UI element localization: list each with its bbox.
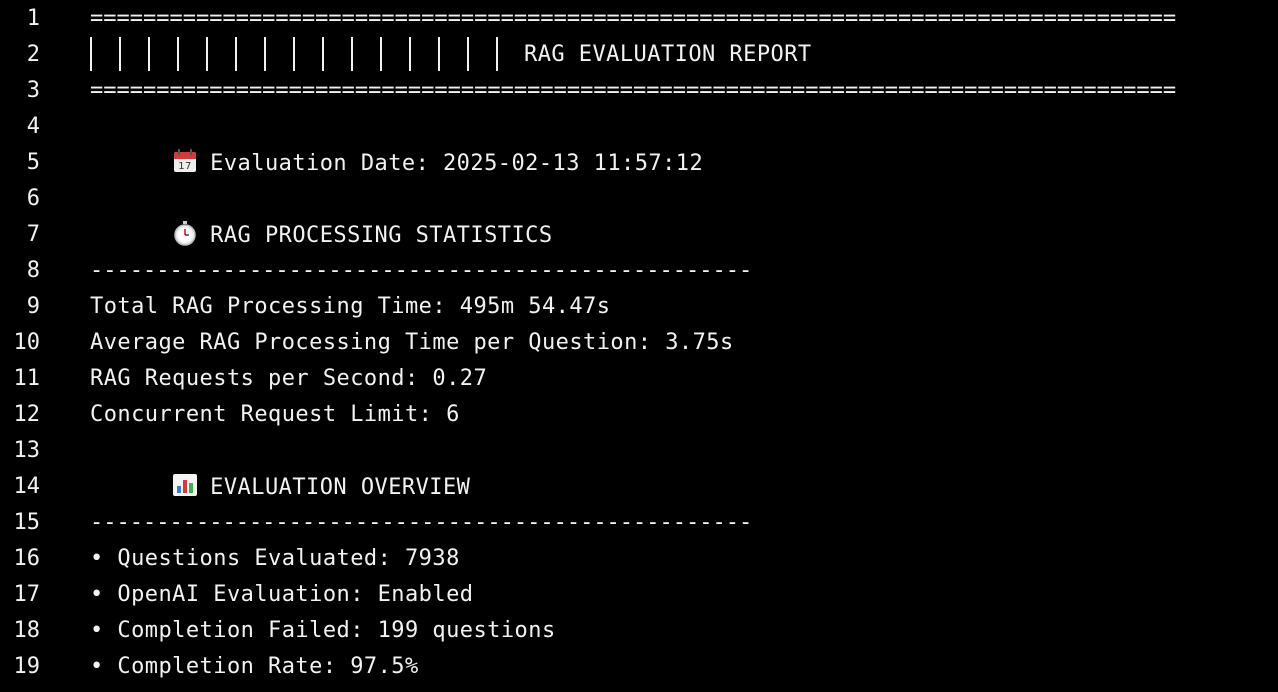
pipe-bar xyxy=(467,37,469,71)
overview-completion-rate: • Completion Rate: 97.5% xyxy=(90,653,419,679)
stat-concurrent-limit: Concurrent Request Limit: 6 xyxy=(90,401,460,427)
pipe-bar xyxy=(293,37,295,71)
pipe-bars xyxy=(90,36,498,72)
stat-requests-per-second: RAG Requests per Second: 0.27 xyxy=(90,365,488,391)
pipe-bar xyxy=(206,37,208,71)
line-number: 4 xyxy=(26,113,40,139)
bar-chart-icon xyxy=(173,474,198,496)
stopwatch-icon xyxy=(174,221,196,246)
line-number: 5 xyxy=(26,149,40,175)
line-number: 14 xyxy=(13,473,41,499)
line-9: 9 Total RAG Processing Time: 495m 54.47s xyxy=(0,288,1278,324)
line-11: 11 RAG Requests per Second: 0.27 xyxy=(0,360,1278,396)
line-19: 19 • Completion Rate: 97.5% xyxy=(0,648,1278,684)
line-number: 11 xyxy=(13,365,41,391)
stats-heading: RAG PROCESSING STATISTICS xyxy=(210,223,553,248)
svg-text:17: 17 xyxy=(178,161,192,172)
pipe-bar xyxy=(264,37,266,71)
top-rule: ========================================… xyxy=(90,5,1177,31)
pipe-bar xyxy=(148,37,150,71)
line-number: 17 xyxy=(13,581,41,607)
line-17: 17 • OpenAI Evaluation: Enabled xyxy=(0,576,1278,612)
line-number: 3 xyxy=(26,77,40,103)
line-number: 12 xyxy=(13,401,41,427)
line-18: 18 • Completion Failed: 199 questions xyxy=(0,612,1278,648)
line-12: 12 Concurrent Request Limit: 6 xyxy=(0,396,1278,432)
line-number: 19 xyxy=(13,653,41,679)
pipe-bar xyxy=(351,37,353,71)
overview-questions-evaluated: • Questions Evaluated: 7938 xyxy=(90,545,460,571)
line-number: 1 xyxy=(26,5,40,31)
line-number: 6 xyxy=(26,185,40,211)
overview-openai-evaluation: • OpenAI Evaluation: Enabled xyxy=(90,581,474,607)
line-number: 16 xyxy=(13,545,41,571)
line-2: 2 RAG EVALUATION REPORT xyxy=(0,36,1278,72)
stat-total-time: Total RAG Processing Time: 495m 54.47s xyxy=(90,293,611,319)
overview-divider: ----------------------------------------… xyxy=(90,509,753,535)
pipe-bar xyxy=(235,37,237,71)
pipe-bar xyxy=(496,37,498,71)
line-10: 10 Average RAG Processing Time per Quest… xyxy=(0,324,1278,360)
overview-heading: EVALUATION OVERVIEW xyxy=(210,475,471,500)
pipe-bar xyxy=(380,37,382,71)
line-3: 3 ======================================… xyxy=(0,72,1278,108)
date-text: Evaluation Date: 2025-02-13 11:57:12 xyxy=(210,151,704,176)
line-8: 8 --------------------------------------… xyxy=(0,252,1278,288)
bottom-rule: ========================================… xyxy=(90,77,1177,103)
line-16: 16 • Questions Evaluated: 7938 xyxy=(0,540,1278,576)
overview-completion-failed: • Completion Failed: 199 questions xyxy=(90,617,556,643)
calendar-icon: 17 xyxy=(174,149,197,172)
line-number: 7 xyxy=(26,221,40,247)
line-number: 9 xyxy=(26,293,40,319)
line-number: 15 xyxy=(13,509,41,535)
stats-divider: ----------------------------------------… xyxy=(90,257,753,283)
stat-average-time: Average RAG Processing Time per Question… xyxy=(90,329,734,355)
line-1: 1 ======================================… xyxy=(0,0,1278,36)
line-7: 7 RAG PROCESSING STATISTICS xyxy=(0,216,1278,252)
report-title: RAG EVALUATION REPORT xyxy=(524,41,812,67)
pipe-bar xyxy=(90,37,92,71)
terminal-editor: 1 ======================================… xyxy=(0,0,1278,692)
line-number: 13 xyxy=(13,437,41,463)
line-number: 18 xyxy=(13,617,41,643)
pipe-bar xyxy=(119,37,121,71)
line-14: 14 EVALUATION OVERVIEW xyxy=(0,468,1278,504)
pipe-bar xyxy=(322,37,324,71)
line-number: 10 xyxy=(13,329,41,355)
line-number: 8 xyxy=(26,257,40,283)
pipe-bar xyxy=(438,37,440,71)
line-15: 15 -------------------------------------… xyxy=(0,504,1278,540)
line-number: 2 xyxy=(26,41,40,67)
pipe-bar xyxy=(177,37,179,71)
pipe-bar xyxy=(409,37,411,71)
line-5: 5 17 Evaluation Date: 2025-02-13 11:57:1… xyxy=(0,144,1278,180)
